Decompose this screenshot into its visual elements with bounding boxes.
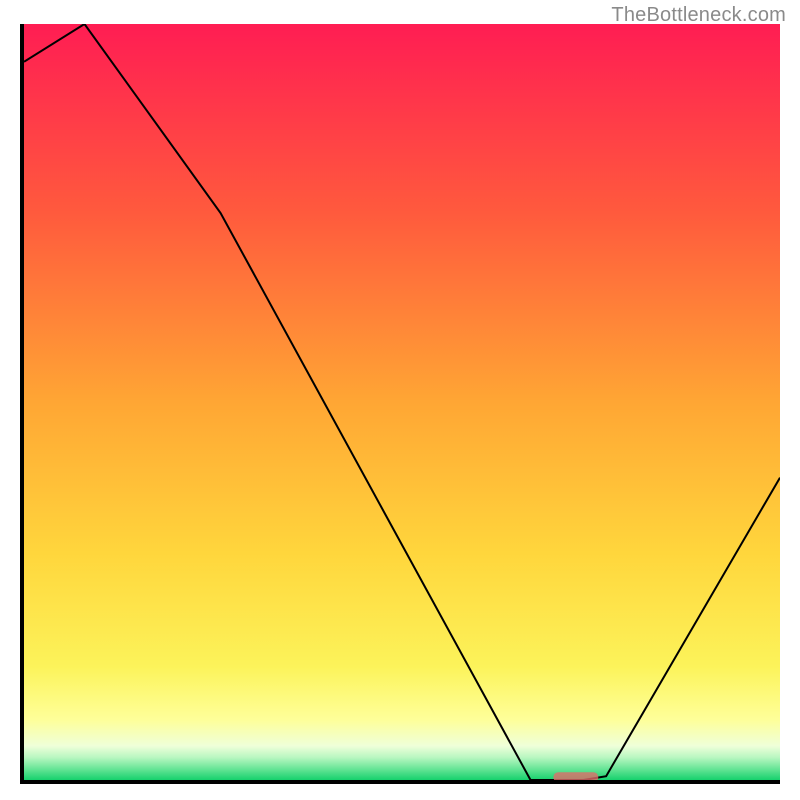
attribution-watermark: TheBottleneck.com [611,4,786,27]
chart-gradient-bg [24,24,780,780]
chart-svg [24,24,780,780]
optimal-range-marker [553,772,598,782]
chart-axes-frame [20,24,780,784]
